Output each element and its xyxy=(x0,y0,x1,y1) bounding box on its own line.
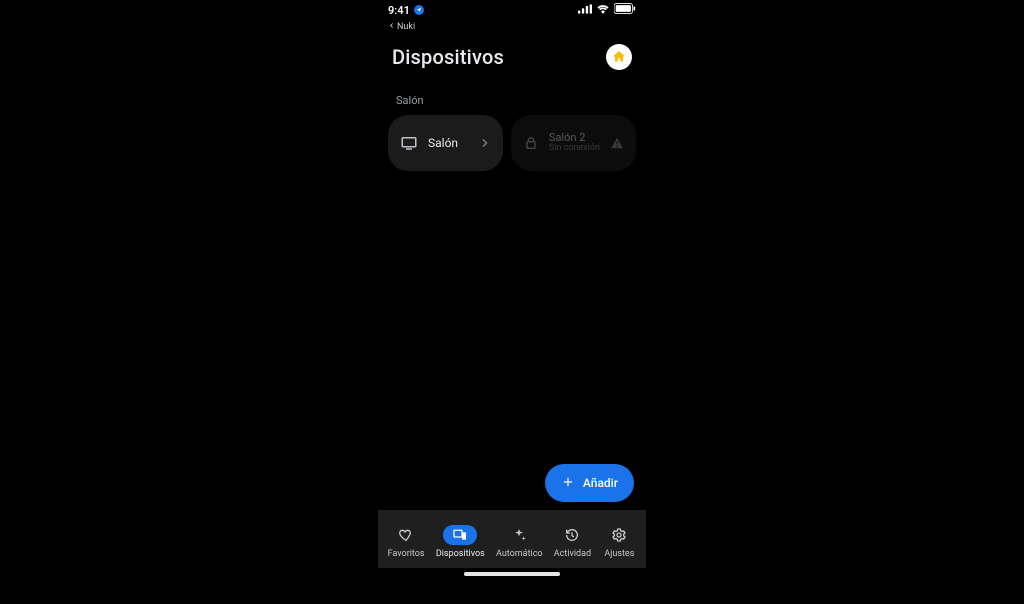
devices-icon xyxy=(443,525,477,545)
phone-frame: 9:41 Nuki xyxy=(378,0,646,580)
tab-label: Automático xyxy=(496,549,543,559)
back-app-label: Nuki xyxy=(397,22,415,32)
lock-icon xyxy=(523,135,539,151)
cellular-icon xyxy=(578,4,592,17)
page-header: Dispositivos xyxy=(378,36,646,80)
history-icon xyxy=(555,525,589,545)
tab-activity[interactable]: Actividad xyxy=(550,521,595,561)
device-info: Salón 2 Sin conexión xyxy=(549,132,600,154)
device-card-offline[interactable]: Salón 2 Sin conexión xyxy=(511,115,636,171)
plus-icon xyxy=(561,475,575,492)
status-time: 9:41 xyxy=(388,4,410,17)
tab-label: Ajustes xyxy=(604,549,634,559)
stage: 9:41 Nuki xyxy=(0,0,1024,604)
tab-label: Favoritos xyxy=(388,549,425,559)
add-device-button[interactable]: Añadir xyxy=(545,464,634,502)
tab-favorites[interactable]: Favoritos xyxy=(384,521,429,561)
chevron-left-icon xyxy=(388,22,395,32)
device-status: Sin conexión xyxy=(549,144,600,154)
device-card[interactable]: Salón xyxy=(388,115,503,171)
sparkle-icon xyxy=(502,525,536,545)
page-title: Dispositivos xyxy=(392,45,504,69)
status-bar: 9:41 xyxy=(378,0,646,20)
battery-icon xyxy=(614,3,636,17)
profile-avatar[interactable] xyxy=(606,44,632,70)
tab-devices[interactable]: Dispositivos xyxy=(432,521,489,561)
tab-automations[interactable]: Automático xyxy=(492,521,547,561)
heart-icon xyxy=(389,525,423,545)
gear-icon xyxy=(602,525,636,545)
add-label: Añadir xyxy=(583,476,618,490)
chevron-right-icon xyxy=(479,137,491,149)
tv-icon xyxy=(400,134,418,152)
home-avatar-icon xyxy=(611,49,627,65)
bottom-tab-bar: Favoritos Dispositivos Automático Activi… xyxy=(378,510,646,568)
tab-label: Actividad xyxy=(554,549,591,559)
content-area: Salón Salón Salón 2 xyxy=(378,80,646,580)
warning-icon xyxy=(610,136,624,150)
tab-label: Dispositivos xyxy=(436,549,485,559)
device-name: Salón xyxy=(428,136,469,150)
room-section-label: Salón xyxy=(378,80,646,115)
back-to-app[interactable]: Nuki xyxy=(378,20,646,36)
wifi-icon xyxy=(596,4,610,17)
location-indicator-icon xyxy=(414,5,424,15)
tab-settings[interactable]: Ajustes xyxy=(598,521,640,561)
device-cards: Salón Salón 2 Sin conexión xyxy=(378,115,646,171)
home-indicator[interactable] xyxy=(464,572,560,576)
